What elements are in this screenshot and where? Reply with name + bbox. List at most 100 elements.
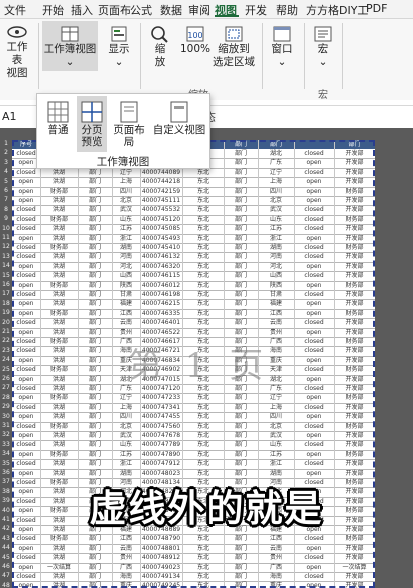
tab-2[interactable]: 插入 xyxy=(71,2,93,18)
row-number[interactable]: 4 xyxy=(0,168,12,175)
row-number[interactable]: 29 xyxy=(0,403,12,410)
zoom-100-icon: 100 xyxy=(186,26,204,42)
show-button[interactable]: 显示 ⌄ xyxy=(104,25,134,69)
row-number[interactable]: 46 xyxy=(0,563,12,570)
row-number[interactable]: 28 xyxy=(0,394,12,401)
window-button[interactable]: 窗口 ⌄ xyxy=(266,25,298,69)
row-number[interactable]: 11 xyxy=(0,234,12,241)
dropdown-group-title: 工作簿视图 xyxy=(96,156,150,168)
zoom-100-button[interactable]: 100 100% xyxy=(178,25,212,56)
view-page-break-label: 分页 预览 xyxy=(81,124,103,148)
zoom-button[interactable]: 缩 放 xyxy=(146,25,174,69)
name-box[interactable]: A1 xyxy=(2,109,38,124)
row-number[interactable]: 10 xyxy=(0,225,12,232)
zoom-100-label: 100% xyxy=(179,43,211,55)
zoom-to-selection-button[interactable]: 缩放到 选定区域 xyxy=(212,25,256,69)
row-number[interactable]: 47 xyxy=(0,572,12,579)
window-label: 窗口 xyxy=(271,43,293,55)
workbook-views-label: 工作簿视图 xyxy=(43,43,97,55)
row-number[interactable]: 36 xyxy=(0,469,12,476)
tab-5[interactable]: 数据 xyxy=(160,2,182,18)
row-number[interactable]: 17 xyxy=(0,290,12,297)
row-number[interactable]: 7 xyxy=(0,196,12,203)
row-number[interactable]: 23 xyxy=(0,347,12,354)
tab-3[interactable]: 页面布 xyxy=(98,2,131,18)
row-number[interactable]: 15 xyxy=(0,272,12,279)
macros-group-label: 宏 xyxy=(318,90,328,101)
chevron-down-icon: ⌄ xyxy=(65,56,75,68)
tab-6[interactable]: 审阅 xyxy=(188,2,210,18)
macros-button[interactable]: 宏 ⌄ xyxy=(308,25,338,69)
row-number[interactable]: 24 xyxy=(0,356,12,363)
macro-icon xyxy=(314,26,332,42)
row-number[interactable]: 43 xyxy=(0,535,12,542)
window-icon xyxy=(273,26,291,42)
row-number[interactable]: 45 xyxy=(0,554,12,561)
ribbon-separator xyxy=(304,23,305,89)
tab-4[interactable]: 公式 xyxy=(130,2,152,18)
row-number[interactable]: 9 xyxy=(0,215,12,222)
row-number[interactable]: 35 xyxy=(0,460,12,467)
active-tab-indicator xyxy=(215,15,239,17)
row-number[interactable]: 20 xyxy=(0,319,12,326)
chevron-down-icon: ⌄ xyxy=(114,56,124,68)
workbook-views-button[interactable]: 工作簿视图 ⌄ xyxy=(42,25,98,69)
row-number[interactable]: 5 xyxy=(0,178,12,185)
row-number[interactable]: 44 xyxy=(0,544,12,551)
row-number[interactable]: 27 xyxy=(0,384,12,391)
workbook-views-icon xyxy=(61,26,79,42)
row-number[interactable]: 33 xyxy=(0,441,12,448)
custom-view-icon xyxy=(170,101,188,123)
row-number[interactable]: 13 xyxy=(0,253,12,260)
sheet-view-button[interactable]: 工作表 视图 xyxy=(2,23,32,80)
row-number[interactable]: 21 xyxy=(0,328,12,335)
page-layout-icon xyxy=(120,101,138,123)
view-page-layout-label: 页面布局 xyxy=(113,124,145,148)
tab-9[interactable]: 帮助 xyxy=(276,2,298,18)
view-custom-label: 自定义视图 xyxy=(152,124,206,136)
zoom-label: 缩 放 xyxy=(154,43,166,68)
row-number[interactable]: 18 xyxy=(0,300,12,307)
row-number[interactable]: 14 xyxy=(0,262,12,269)
view-normal-label: 普通 xyxy=(47,124,69,136)
row-number[interactable]: 25 xyxy=(0,366,12,373)
eye-icon xyxy=(7,26,27,38)
view-page-break-preview[interactable]: 分页 预览 xyxy=(77,100,107,148)
row-number[interactable]: 26 xyxy=(0,375,12,382)
row-number[interactable]: 30 xyxy=(0,413,12,420)
chevron-down-icon: ⌄ xyxy=(277,56,287,68)
zoom-to-selection-label: 缩放到 选定区域 xyxy=(213,43,255,68)
row-number[interactable]: 16 xyxy=(0,281,12,288)
workbook-views-dropdown: 普通 分页 预览 页面布局 自定义视图 工作簿视图 xyxy=(36,93,210,169)
ribbon-separator xyxy=(262,23,263,89)
tab-8[interactable]: 开发 xyxy=(245,2,267,18)
show-label: 显示 xyxy=(108,43,130,55)
row-number[interactable]: 19 xyxy=(0,309,12,316)
page-break-icon xyxy=(81,101,103,123)
tab-1[interactable]: 开始 xyxy=(42,2,64,18)
magnifier-icon xyxy=(151,26,168,43)
svg-text:100: 100 xyxy=(187,31,202,40)
row-number[interactable]: 1 xyxy=(0,140,12,147)
tab-11[interactable]: DIY工 xyxy=(339,2,368,18)
row-number[interactable]: 2 xyxy=(0,149,12,156)
row-number[interactable]: 6 xyxy=(0,187,12,194)
row-number[interactable]: 22 xyxy=(0,337,12,344)
tab-10[interactable]: 方方格 xyxy=(306,2,339,18)
row-number[interactable]: 8 xyxy=(0,206,12,213)
view-page-layout[interactable]: 页面布局 xyxy=(109,100,149,148)
row-number[interactable]: 12 xyxy=(0,243,12,250)
tab-12[interactable]: PDF xyxy=(366,2,387,15)
chevron-down-icon: ⌄ xyxy=(318,56,328,68)
row-number[interactable]: 3 xyxy=(0,159,12,166)
video-subtitle: 虚线外的就是 xyxy=(89,487,324,530)
view-normal[interactable]: 普通 xyxy=(39,100,77,136)
row-number[interactable]: 34 xyxy=(0,450,12,457)
show-icon xyxy=(111,26,127,42)
row-number[interactable]: 31 xyxy=(0,422,12,429)
tab-0[interactable]: 文件 xyxy=(4,2,26,18)
view-custom[interactable]: 自定义视图 xyxy=(151,100,207,136)
row-number[interactable]: 32 xyxy=(0,431,12,438)
row-number[interactable]: 48 xyxy=(0,582,12,588)
sheet-view-label: 工作表 视图 xyxy=(6,41,28,79)
